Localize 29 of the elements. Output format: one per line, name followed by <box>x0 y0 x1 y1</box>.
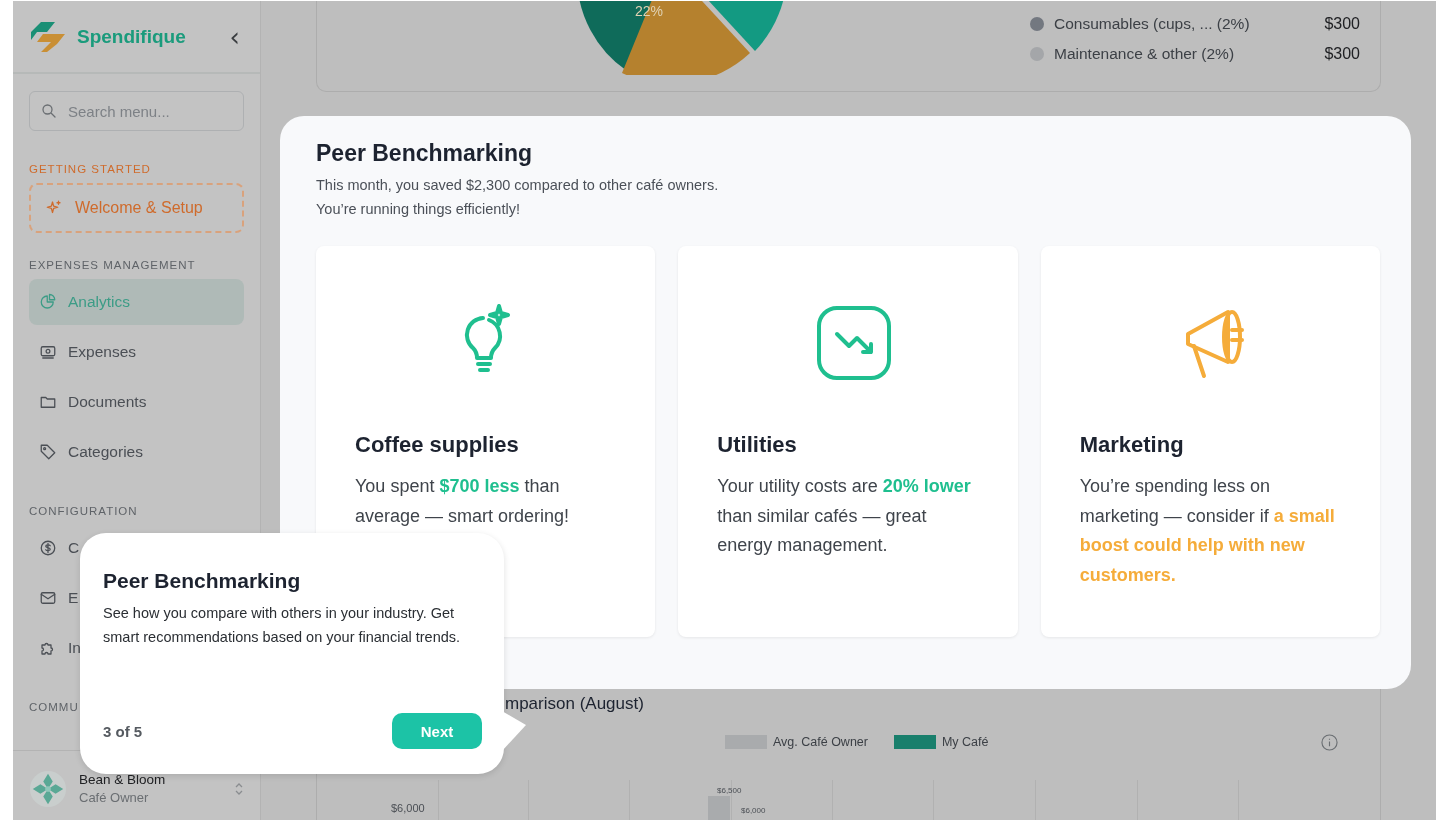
user-role: Café Owner <box>79 790 150 805</box>
legend-label: Maintenance & other (2%) <box>1054 45 1236 63</box>
section-heading: COMMU <box>29 701 79 713</box>
section-heading: CONFIGURATION <box>29 505 138 517</box>
card-text: Your utility costs are 20% lower than similar cafés — great energy management. <box>717 475 972 557</box>
card-title: Marketing <box>1079 432 1185 458</box>
legend-label: Avg. Café Owner <box>773 735 868 749</box>
axis-tick-label: $6,000 <box>391 802 425 814</box>
legend-label: Consumables (cups, ... (2%) <box>1054 15 1251 33</box>
chart-title: mparison (August) <box>505 694 644 714</box>
card-title: Coffee supplies <box>355 432 520 458</box>
section-heading: GETTING STARTED <box>29 163 151 175</box>
panel-title: Peer Benchmarking <box>316 140 534 167</box>
section-heading: EXPENSES MANAGEMENT <box>29 259 196 271</box>
card-title: Utilities <box>717 432 798 458</box>
step-counter: 3 of 5 <box>103 722 143 740</box>
popover-title: Peer Benchmarking <box>103 569 302 593</box>
business-name: Bean & Bloom <box>79 772 167 787</box>
brand-name: Spendifique <box>77 25 187 48</box>
bar-value-label: $6,500 <box>717 786 742 795</box>
card-text: You spent $700 less than average — smart ordering! <box>355 475 571 528</box>
legend-amount: $300 <box>1324 15 1360 33</box>
legend-amount: $300 <box>1324 45 1360 63</box>
panel-subtitle: This month, you saved $2,300 compared to other café owners. <box>316 176 720 195</box>
bar-value-label: $6,000 <box>741 806 766 815</box>
panel-subtitle: You’re running things efficiently! <box>316 200 521 219</box>
legend-label: My Café <box>941 735 989 749</box>
popover-text: See how you compare with others in your industry. Get smart recommendations based on your financial trends. <box>103 604 462 647</box>
card-text: You’re spending less on marketing — consider if a small boost could help with new customers. <box>1079 475 1336 587</box>
